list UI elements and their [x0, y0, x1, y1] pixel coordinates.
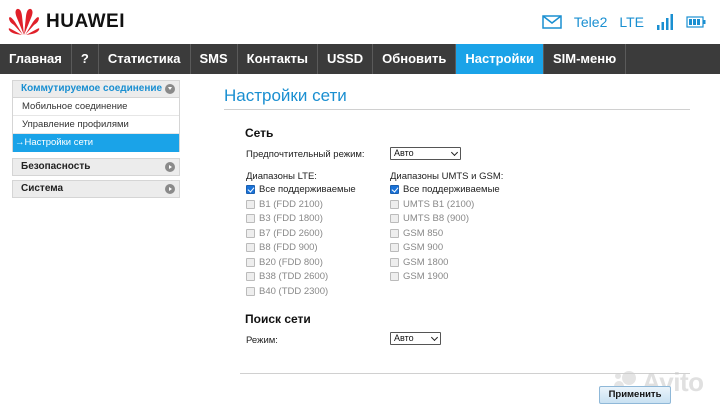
sidebar-item-mobile-connection[interactable]: Мобильное соединение [13, 98, 179, 116]
tab-home[interactable]: Главная [0, 44, 72, 74]
umts-band-checkbox[interactable]: UMTS B1 (2100) [390, 199, 474, 210]
umts-band-checkbox[interactable]: GSM 850 [390, 228, 443, 239]
apply-button[interactable]: Применить [599, 386, 671, 404]
sidebar-group-security[interactable]: Безопасность [12, 158, 180, 176]
huawei-logo-icon [8, 8, 40, 35]
title-divider [224, 109, 690, 110]
battery-icon [686, 16, 706, 28]
checkbox-icon[interactable] [246, 200, 255, 209]
umts-band-checkbox[interactable]: Все поддерживаемые [390, 184, 500, 195]
checkbox-icon[interactable] [390, 214, 399, 223]
preferred-mode-label: Предпочтительный режим: [246, 149, 365, 160]
tab-update[interactable]: Обновить [373, 44, 457, 74]
checkbox-label: Все поддерживаемые [259, 184, 356, 195]
lte-band-checkbox[interactable]: B7 (FDD 2600) [246, 228, 323, 239]
tab-contacts[interactable]: Контакты [238, 44, 318, 74]
checkbox-label: GSM 850 [403, 228, 444, 239]
chevron-right-icon[interactable] [165, 162, 175, 172]
umts-band-checkbox[interactable]: GSM 1900 [390, 271, 448, 282]
tab-sms[interactable]: SMS [191, 44, 238, 74]
checkbox-label: B1 (FDD 2100) [259, 199, 323, 210]
lte-band-checkbox[interactable]: B20 (FDD 800) [246, 257, 323, 268]
checkbox-icon[interactable] [246, 287, 255, 296]
checkbox-label: Все поддерживаемые [403, 184, 500, 195]
lte-band-checkbox[interactable]: B8 (FDD 900) [246, 242, 318, 253]
checkbox-label: UMTS B1 (2100) [403, 199, 475, 210]
sidebar-subitems: Мобильное соединение Управление профилям… [12, 98, 180, 152]
mail-icon[interactable] [542, 15, 562, 29]
tab-statistics[interactable]: Статистика [99, 44, 191, 74]
tab-ussd[interactable]: USSD [318, 44, 374, 74]
sidebar-group-label: Коммутируемое соединение [21, 83, 163, 94]
checkbox-icon[interactable] [390, 272, 399, 281]
sidebar-group-label: Безопасность [21, 161, 91, 172]
tab-settings[interactable]: Настройки [456, 44, 544, 74]
checkbox-label: B38 (TDD 2600) [259, 271, 329, 282]
checkbox-icon[interactable] [390, 243, 399, 252]
checkbox-label: GSM 900 [403, 242, 444, 253]
top-header: HUAWEI Tele2 LTE [0, 0, 720, 44]
umts-band-checkbox[interactable]: GSM 1800 [390, 257, 448, 268]
sidebar-group-label: Система [21, 183, 64, 194]
checkbox-label: B7 (FDD 2600) [259, 228, 323, 239]
checkbox-icon[interactable] [246, 243, 255, 252]
tab-sim-menu[interactable]: SIM-меню [544, 44, 627, 74]
signal-strength-icon [657, 14, 673, 30]
checkbox-label: GSM 1800 [403, 257, 449, 268]
umts-band-checkbox[interactable]: GSM 900 [390, 242, 443, 253]
chevron-down-icon[interactable] [165, 84, 175, 94]
sidebar-item-label: Настройки сети [24, 137, 94, 148]
lte-band-checkbox[interactable]: Все поддерживаемые [246, 184, 356, 195]
search-mode-select[interactable]: Авто [390, 332, 441, 345]
page-title: Настройки сети [224, 86, 347, 105]
checkbox-label: UMTS B8 (900) [403, 213, 469, 224]
sidebar-group-dialup[interactable]: Коммутируемое соединение [12, 80, 180, 98]
sidebar-item-network-settings[interactable]: →Настройки сети [13, 134, 179, 152]
preferred-mode-value: Авто [394, 148, 414, 158]
checkbox-icon[interactable] [390, 200, 399, 209]
status-area: Tele2 LTE [542, 14, 706, 30]
chevron-down-icon [450, 148, 459, 157]
checkbox-icon[interactable] [246, 185, 255, 194]
sidebar-group-system[interactable]: Система [12, 180, 180, 198]
chevron-down-icon [430, 333, 439, 342]
lte-band-checkbox[interactable]: B38 (TDD 2600) [246, 271, 328, 282]
main-nav: Главная ? Статистика SMS Контакты USSD О… [0, 44, 720, 74]
tab-help[interactable]: ? [72, 44, 99, 74]
checkbox-label: GSM 1900 [403, 271, 449, 282]
checkbox-icon[interactable] [246, 272, 255, 281]
checkbox-icon[interactable] [390, 229, 399, 238]
brand-name: HUAWEI [46, 11, 125, 32]
checkbox-label: B40 (TDD 2300) [259, 286, 329, 297]
checkbox-label: B3 (FDD 1800) [259, 213, 323, 224]
section-network-search: Поиск сети [245, 312, 311, 326]
lte-bands-label: Диапазоны LTE: [246, 171, 317, 182]
checkbox-icon[interactable] [246, 214, 255, 223]
search-mode-value: Авто [394, 333, 414, 343]
arrow-right-icon: → [15, 137, 25, 148]
checkbox-icon[interactable] [246, 258, 255, 267]
lte-band-checkbox[interactable]: B1 (FDD 2100) [246, 199, 323, 210]
checkbox-label: B8 (FDD 900) [259, 242, 318, 253]
preferred-mode-select[interactable]: Авто [390, 147, 461, 160]
section-network: Сеть [245, 126, 274, 140]
lte-band-checkbox[interactable]: B40 (TDD 2300) [246, 286, 328, 297]
lte-band-checkbox[interactable]: B3 (FDD 1800) [246, 213, 323, 224]
umts-bands-label: Диапазоны UMTS и GSM: [390, 171, 504, 182]
checkbox-label: B20 (FDD 800) [259, 257, 323, 268]
sidebar-item-profile-management[interactable]: Управление профилями [13, 116, 179, 134]
checkbox-icon[interactable] [246, 229, 255, 238]
operator-name: Tele2 [573, 14, 608, 30]
umts-band-checkbox[interactable]: UMTS B8 (900) [390, 213, 469, 224]
network-type: LTE [619, 14, 644, 30]
sidebar: Коммутируемое соединение Мобильное соеди… [12, 80, 180, 202]
search-mode-label: Режим: [246, 335, 278, 346]
chevron-right-icon[interactable] [165, 184, 175, 194]
checkbox-icon[interactable] [390, 185, 399, 194]
checkbox-icon[interactable] [390, 258, 399, 267]
